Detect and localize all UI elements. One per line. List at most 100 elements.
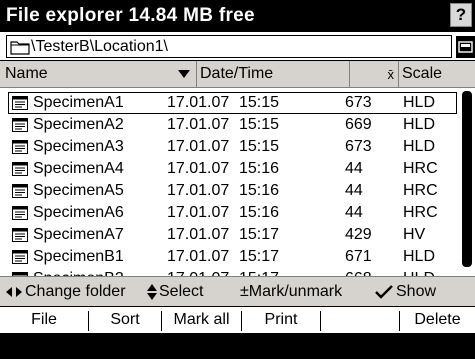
folder-icon [10,40,30,55]
item-time: 15:15 [239,116,280,133]
window-title: File explorer 14.84 MB free [6,5,255,26]
item-scale: HLD [403,138,436,155]
document-icon [12,228,28,242]
drive-button[interactable] [456,36,475,58]
item-time: 15:16 [239,204,280,221]
softkey-file-label: File [31,311,57,328]
check-icon [375,285,393,299]
softkey-empty[interactable] [321,307,399,333]
drive-icon [458,41,473,53]
list-item[interactable]: SpecimenA3 17.01.07 15:15 673 HLD [8,136,457,158]
hint-show-label: Show [396,283,437,300]
item-date: 17.01.07 [167,204,230,221]
softkey-delete[interactable]: Delete [400,307,475,333]
item-scale: HRC [403,204,438,221]
column-scale[interactable]: Scale [399,61,457,87]
item-date: 17.01.07 [167,116,230,133]
list-item[interactable]: SpecimenA7 17.01.07 15:17 429 HV [8,224,457,246]
hint-mark: ±Mark/unmark [240,283,342,301]
item-name: SpecimenA1 [33,94,124,111]
item-name: SpecimenB1 [33,248,124,265]
item-scale: HV [403,226,426,243]
softkey-mark-all-label: Mark all [173,311,230,328]
document-icon [12,206,28,220]
item-value: 44 [345,204,363,221]
item-date: 17.01.07 [167,226,230,243]
list-item[interactable]: SpecimenA1 17.01.07 15:15 673 HLD [8,92,457,114]
column-value[interactable]: x̄ [350,61,399,87]
item-name: SpecimenA7 [33,226,124,243]
item-date: 17.01.07 [167,182,230,199]
hint-select: Select [147,283,203,301]
item-date: 17.01.07 [167,94,230,111]
list-item[interactable]: SpecimenA4 17.01.07 15:16 44 HRC [8,158,457,180]
softkey-delete-label: Delete [414,311,461,328]
item-date: 17.01.07 [167,248,230,265]
column-scale-label: Scale [402,65,443,82]
item-name: SpecimenA5 [33,182,124,199]
item-scale: HRC [403,182,438,199]
softkey-print[interactable]: Print [242,307,320,333]
hint-select-label: Select [159,283,204,300]
item-time: 15:15 [239,94,280,111]
item-name: SpecimenA6 [33,204,124,221]
scrollbar[interactable] [460,88,475,274]
softkey-mark-all[interactable]: Mark all [162,307,241,333]
softkey-strip: File Sort Mark all Print Delete [0,307,475,334]
item-scale: HLD [403,116,436,133]
file-list: SpecimenA1 17.01.07 15:15 673 HLD Specim… [0,88,460,287]
path-text: \TesterB\Location1\ [31,37,168,55]
column-value-label: x̄ [387,66,395,82]
document-icon [12,184,28,198]
item-scale: HRC [403,160,438,177]
column-datetime[interactable]: Date/Time [197,61,350,87]
column-name-label: Name [5,65,48,82]
list-item[interactable]: SpecimenA5 17.01.07 15:16 44 HRC [8,180,457,202]
hint-show: Show [375,283,436,301]
document-icon [12,118,28,132]
item-name: SpecimenA3 [33,138,124,155]
softkey-file[interactable]: File [0,307,88,333]
hint-change-folder-label: Change folder [25,283,126,300]
item-value: 44 [345,160,363,177]
item-scale: HLD [403,94,436,111]
item-time: 15:17 [239,248,280,265]
softkey-bar: File Sort Mark all Print Delete [0,306,475,359]
item-scale: HLD [403,248,436,265]
item-value: 673 [345,94,372,111]
hint-change-folder: Change folder [6,283,126,301]
hint-bar: Change folder Select ±Mark/unmark Show [0,276,475,306]
item-value: 44 [345,182,363,199]
item-value: 669 [345,116,372,133]
item-time: 15:15 [239,138,280,155]
item-value: 429 [345,226,372,243]
path-field[interactable]: \TesterB\Location1\ [6,35,452,58]
up-down-arrow-icon [147,284,157,300]
item-name: SpecimenA2 [33,116,124,133]
hint-mark-label: ±Mark/unmark [240,283,343,300]
softkey-sort[interactable]: Sort [89,307,161,333]
sort-down-icon [178,70,190,78]
softkey-sort-label: Sort [110,311,140,328]
path-bar: \TesterB\Location1\ [0,33,475,61]
item-name: SpecimenA4 [33,160,124,177]
column-header: Name Date/Time x̄ Scale [0,61,475,88]
document-icon [12,96,28,110]
item-time: 15:16 [239,182,280,199]
scroll-thumb[interactable] [462,91,472,267]
document-icon [12,250,28,264]
left-right-arrow-icon [6,287,22,297]
item-time: 15:17 [239,226,280,243]
help-button[interactable]: ? [450,3,472,27]
document-icon [12,162,28,176]
column-datetime-label: Date/Time [200,65,274,82]
list-item[interactable]: SpecimenB1 17.01.07 15:17 671 HLD [8,246,457,268]
list-item[interactable]: SpecimenA2 17.01.07 15:15 669 HLD [8,114,457,136]
item-date: 17.01.07 [167,138,230,155]
column-name[interactable]: Name [0,61,197,87]
document-icon [12,140,28,154]
item-date: 17.01.07 [167,160,230,177]
item-time: 15:16 [239,160,280,177]
title-bar: File explorer 14.84 MB free ? [0,0,475,32]
list-item[interactable]: SpecimenA6 17.01.07 15:16 44 HRC [8,202,457,224]
